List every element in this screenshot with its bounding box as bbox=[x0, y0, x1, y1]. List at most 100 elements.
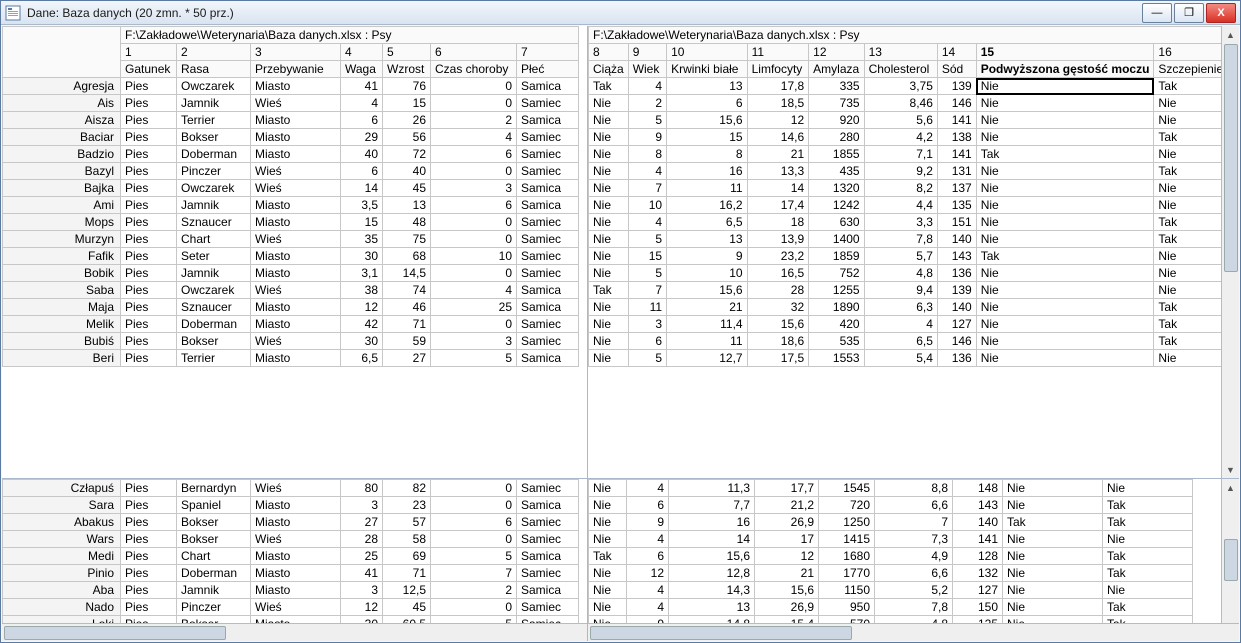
cell[interactable]: Bokser bbox=[177, 333, 251, 350]
row-header[interactable]: Medi bbox=[3, 548, 121, 565]
cell[interactable]: 8 bbox=[667, 146, 748, 163]
cell[interactable]: Nie bbox=[976, 129, 1154, 146]
row-header[interactable]: Pinio bbox=[3, 565, 121, 582]
cell[interactable]: 143 bbox=[953, 497, 1003, 514]
cell[interactable]: 2 bbox=[431, 112, 517, 129]
table-row[interactable]: FafikPiesSeterMiasto306810Samiec bbox=[3, 248, 579, 265]
cell[interactable]: 41 bbox=[341, 565, 383, 582]
cell[interactable]: 11 bbox=[628, 299, 666, 316]
cell[interactable]: 12,5 bbox=[383, 582, 431, 599]
cell[interactable]: 30 bbox=[341, 333, 383, 350]
cell[interactable]: Wieś bbox=[251, 480, 341, 497]
cell[interactable]: 0 bbox=[431, 316, 517, 333]
cell[interactable]: 141 bbox=[953, 531, 1003, 548]
cell[interactable]: 140 bbox=[937, 299, 976, 316]
data-table-right-bottom[interactable]: Nie411,317,715458,8148NieNieNie67,721,27… bbox=[588, 479, 1193, 633]
cell[interactable]: Samiec bbox=[517, 231, 579, 248]
cell[interactable]: Wieś bbox=[251, 95, 341, 112]
row-header[interactable]: Agresja bbox=[3, 78, 121, 95]
cell[interactable]: 128 bbox=[953, 548, 1003, 565]
cell[interactable]: 2 bbox=[431, 582, 517, 599]
cell[interactable]: 41 bbox=[341, 78, 383, 95]
cell[interactable]: Samiec bbox=[517, 565, 579, 582]
cell[interactable]: 5,4 bbox=[864, 350, 937, 367]
col-header-name[interactable]: Sód bbox=[937, 61, 976, 78]
col-header-num[interactable]: 4 bbox=[341, 44, 383, 61]
cell[interactable]: 4,4 bbox=[864, 197, 937, 214]
cell[interactable]: 17,4 bbox=[747, 197, 809, 214]
cell[interactable]: Miasto bbox=[251, 248, 341, 265]
cell[interactable]: 58 bbox=[383, 531, 431, 548]
cell[interactable]: 920 bbox=[809, 112, 864, 129]
right-bottom-scroller[interactable]: Nie411,317,715458,8148NieNieNie67,721,27… bbox=[588, 479, 1239, 641]
cell[interactable]: 21 bbox=[667, 299, 748, 316]
cell[interactable]: Miasto bbox=[251, 146, 341, 163]
cell[interactable]: 420 bbox=[809, 316, 864, 333]
table-row[interactable]: Nie311,415,64204127NieTak bbox=[589, 316, 1239, 333]
col-header-num[interactable]: 9 bbox=[628, 44, 666, 61]
cell[interactable]: 25 bbox=[431, 299, 517, 316]
cell[interactable]: 1415 bbox=[819, 531, 875, 548]
cell[interactable]: Bokser bbox=[177, 514, 251, 531]
cell[interactable]: 1242 bbox=[809, 197, 864, 214]
cell[interactable]: 151 bbox=[937, 214, 976, 231]
cell[interactable]: 630 bbox=[809, 214, 864, 231]
cell[interactable]: Miasto bbox=[251, 316, 341, 333]
cell[interactable]: 7,1 bbox=[864, 146, 937, 163]
cell[interactable]: Tak bbox=[589, 548, 627, 565]
row-header[interactable]: Melik bbox=[3, 316, 121, 333]
cell[interactable]: 26 bbox=[383, 112, 431, 129]
cell[interactable]: 1680 bbox=[819, 548, 875, 565]
cell[interactable]: 6 bbox=[628, 333, 666, 350]
cell[interactable]: Pies bbox=[121, 163, 177, 180]
col-header-name[interactable]: Rasa bbox=[177, 61, 251, 78]
table-row[interactable]: Nie61118,65356,5146NieTak bbox=[589, 333, 1239, 350]
cell[interactable]: 7,8 bbox=[864, 231, 937, 248]
cell[interactable]: Pies bbox=[121, 480, 177, 497]
cell[interactable]: Nie bbox=[1003, 480, 1103, 497]
cell[interactable]: Pies bbox=[121, 582, 177, 599]
cell[interactable]: 12 bbox=[755, 548, 819, 565]
cell[interactable]: Samiec bbox=[517, 316, 579, 333]
cell[interactable]: Nie bbox=[1003, 548, 1103, 565]
cell[interactable]: Bokser bbox=[177, 129, 251, 146]
data-table-left-top[interactable]: F:\Zakładowe\Weterynaria\Baza danych.xls… bbox=[2, 26, 579, 367]
cell[interactable]: Nie bbox=[589, 333, 629, 350]
cell[interactable]: Pies bbox=[121, 514, 177, 531]
cell[interactable]: 74 bbox=[383, 282, 431, 299]
col-header-num[interactable]: 7 bbox=[517, 44, 579, 61]
cell[interactable]: Tak bbox=[1103, 497, 1193, 514]
cell[interactable]: Samica bbox=[517, 180, 579, 197]
col-header-num[interactable]: 2 bbox=[177, 44, 251, 61]
cell[interactable]: 5,6 bbox=[864, 112, 937, 129]
cell[interactable]: Nie bbox=[976, 282, 1154, 299]
cell[interactable]: 0 bbox=[431, 214, 517, 231]
cell[interactable]: 15,6 bbox=[747, 316, 809, 333]
cell[interactable]: 136 bbox=[937, 350, 976, 367]
cell[interactable]: Nie bbox=[976, 197, 1154, 214]
cell[interactable]: 71 bbox=[383, 316, 431, 333]
table-row[interactable]: AgresjaPiesOwczarekMiasto41760Samica bbox=[3, 78, 579, 95]
cell[interactable]: 9 bbox=[667, 248, 748, 265]
cell[interactable]: Nie bbox=[976, 78, 1154, 95]
cell[interactable]: 12 bbox=[627, 565, 669, 582]
cell[interactable]: 8,46 bbox=[864, 95, 937, 112]
row-header[interactable]: Murzyn bbox=[3, 231, 121, 248]
cell[interactable]: 12 bbox=[341, 299, 383, 316]
table-row[interactable]: Nie11213218906,3140NieTak bbox=[589, 299, 1239, 316]
cell[interactable]: Wieś bbox=[251, 333, 341, 350]
cell[interactable]: Pinczer bbox=[177, 163, 251, 180]
row-header[interactable]: Aba bbox=[3, 582, 121, 599]
cell[interactable]: 3,5 bbox=[341, 197, 383, 214]
cell[interactable]: Pies bbox=[121, 599, 177, 616]
cell[interactable]: Wieś bbox=[251, 282, 341, 299]
cell[interactable]: 7 bbox=[431, 565, 517, 582]
row-header[interactable]: Beri bbox=[3, 350, 121, 367]
row-header[interactable]: Ais bbox=[3, 95, 121, 112]
cell[interactable]: Nie bbox=[976, 299, 1154, 316]
col-header-num[interactable]: 1 bbox=[121, 44, 177, 61]
col-header-name[interactable]: Wzrost bbox=[383, 61, 431, 78]
cell[interactable]: 6 bbox=[341, 163, 383, 180]
cell[interactable]: 5 bbox=[431, 548, 517, 565]
cell[interactable]: Terrier bbox=[177, 350, 251, 367]
